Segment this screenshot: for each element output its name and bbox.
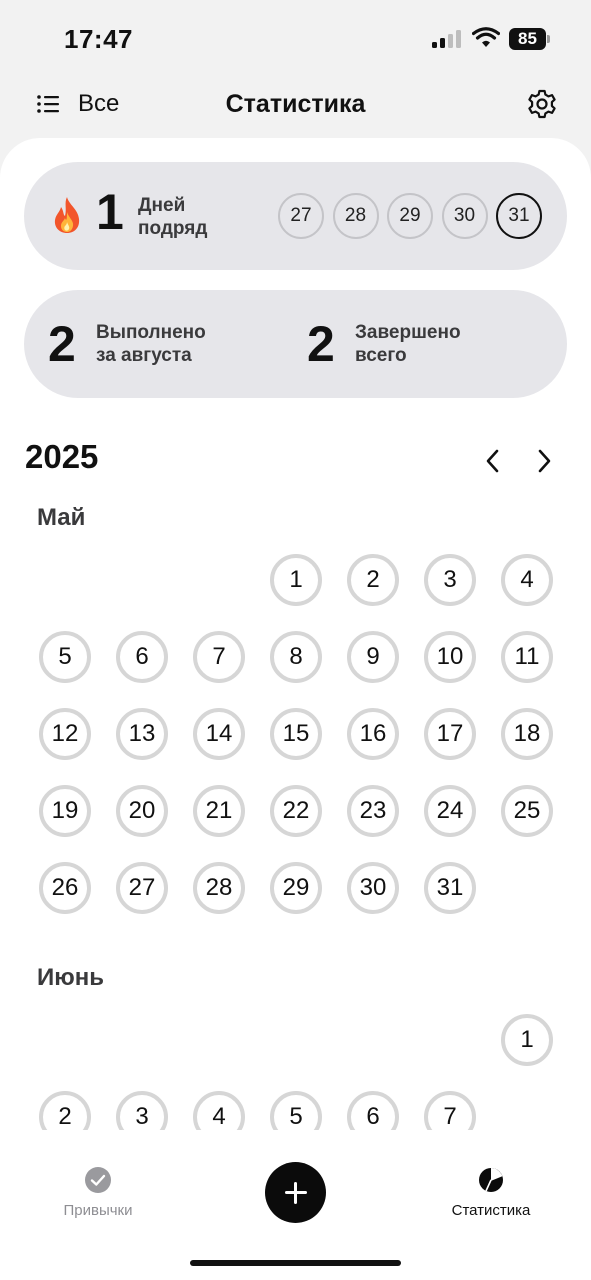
calendar-day[interactable]: 24	[424, 785, 476, 837]
calendar-day[interactable]: 22	[270, 785, 322, 837]
streak-count: 1	[96, 184, 124, 240]
streak-label-line1: Дней	[138, 195, 186, 216]
tab-habits-label: Привычки	[63, 1202, 133, 1219]
calendar-day[interactable]: 1	[501, 1014, 553, 1066]
streak-day: 29	[387, 193, 433, 239]
streak-day: 27	[278, 193, 324, 239]
calendar-day[interactable]: 29	[270, 862, 322, 914]
status-time: 17:47	[64, 24, 133, 54]
calendar-day[interactable]: 18	[501, 708, 553, 760]
calendar-day[interactable]: 2	[347, 554, 399, 606]
year-header: 2025	[0, 438, 591, 484]
battery-icon: 85	[509, 28, 551, 50]
settings-gear-icon[interactable]	[526, 88, 558, 120]
previous-year-chevron-icon[interactable]	[480, 446, 506, 476]
calendar-day[interactable]: 12	[39, 708, 91, 760]
total-completed-count: 2	[307, 316, 335, 372]
calendar-day[interactable]: 27	[116, 862, 168, 914]
checkmark-circle-icon	[85, 1167, 111, 1193]
month-completed-count: 2	[48, 316, 76, 372]
page-title: Статистика	[225, 90, 366, 118]
calendar-day[interactable]: 30	[347, 862, 399, 914]
calendar-day[interactable]: 8	[270, 631, 322, 683]
month-label: Июнь	[37, 964, 104, 991]
calendar-day[interactable]: 21	[193, 785, 245, 837]
fire-icon	[54, 197, 80, 233]
tab-statistics-label: Статистика	[451, 1202, 531, 1219]
calendar-day[interactable]: 15	[270, 708, 322, 760]
streak-day: 31	[496, 193, 542, 239]
calendar-day[interactable]: 19	[39, 785, 91, 837]
calendar-day[interactable]: 13	[116, 708, 168, 760]
stats-sheet: 1 Дней подряд 27 28 29 30 31 2 Выполнено за …	[0, 138, 591, 1138]
streak-label-line2: подряд	[138, 218, 208, 239]
cellular-signal-icon	[432, 30, 462, 48]
calendar-day[interactable]: 1	[270, 554, 322, 606]
next-year-chevron-icon[interactable]	[531, 446, 557, 476]
calendar-day[interactable]: 11	[501, 631, 553, 683]
calendar-day[interactable]: 23	[347, 785, 399, 837]
calendar-day[interactable]: 31	[424, 862, 476, 914]
status-bar: 17:47 85	[0, 0, 591, 78]
tab-habits[interactable]: Привычки	[23, 1166, 173, 1219]
tab-bar: Привычки Статистика	[0, 1130, 591, 1280]
nav-bar: Все Статистика	[0, 80, 591, 130]
pie-chart-icon	[479, 1168, 503, 1192]
calendar-day[interactable]: 6	[116, 631, 168, 683]
calendar-day[interactable]: 26	[39, 862, 91, 914]
streak-card: 1 Дней подряд 27 28 29 30 31	[24, 162, 567, 270]
calendar-day[interactable]: 20	[116, 785, 168, 837]
battery-level: 85	[509, 28, 546, 50]
calendar-day[interactable]: 5	[39, 631, 91, 683]
streak-day: 30	[441, 193, 488, 239]
calendar-day[interactable]: 16	[347, 708, 399, 760]
completed-card: 2 Выполнено за августа 2 Завершено всего	[24, 290, 567, 398]
add-habit-button[interactable]	[265, 1162, 326, 1223]
calendar-day[interactable]: 17	[424, 708, 476, 760]
total-completed-label-line2: всего	[355, 345, 407, 366]
calendar-day[interactable]: 14	[193, 708, 245, 760]
month-completed-label-line2: за августа	[96, 345, 192, 366]
calendar-day[interactable]: 28	[193, 862, 245, 914]
calendar-day[interactable]: 9	[347, 631, 399, 683]
calendar-year: 2025	[25, 438, 99, 475]
calendar-day[interactable]: 4	[501, 554, 553, 606]
calendar-day[interactable]: 10	[424, 631, 476, 683]
calendar-day[interactable]: 25	[501, 785, 553, 837]
month-label: Май	[37, 504, 86, 531]
total-completed-label-line1: Завершено	[355, 322, 461, 343]
streak-day: 28	[332, 193, 379, 239]
home-indicator	[190, 1260, 401, 1266]
tab-statistics[interactable]: Статистика	[416, 1166, 566, 1219]
month-completed-label-line1: Выполнено	[96, 322, 206, 343]
calendar-day[interactable]: 7	[193, 631, 245, 683]
wifi-icon	[472, 27, 500, 47]
calendar-day[interactable]: 3	[424, 554, 476, 606]
